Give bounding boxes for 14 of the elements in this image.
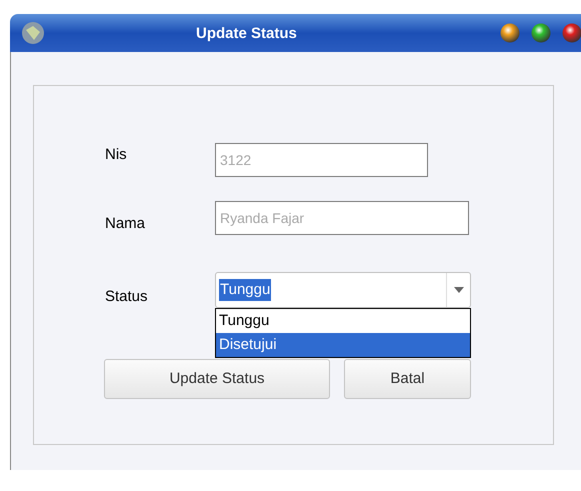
maximize-button[interactable] <box>531 23 551 43</box>
app-icon <box>20 20 46 46</box>
field-label: Status <box>105 286 149 307</box>
dropdown-option[interactable]: Disetujui <box>216 333 470 357</box>
minimize-button[interactable] <box>500 23 520 43</box>
window-title: Update Status <box>196 24 297 44</box>
close-button[interactable] <box>562 23 581 43</box>
status-dropdown[interactable]: Tunggu <box>215 272 471 308</box>
field-label: Nama <box>105 214 146 234</box>
cancel-button[interactable]: Batal <box>344 359 471 399</box>
dropdown-option[interactable]: Tunggu <box>216 309 470 333</box>
field-label: Nis <box>105 144 128 165</box>
update-button[interactable]: Update Status <box>104 359 330 399</box>
selected-value: Tunggu <box>219 278 272 302</box>
